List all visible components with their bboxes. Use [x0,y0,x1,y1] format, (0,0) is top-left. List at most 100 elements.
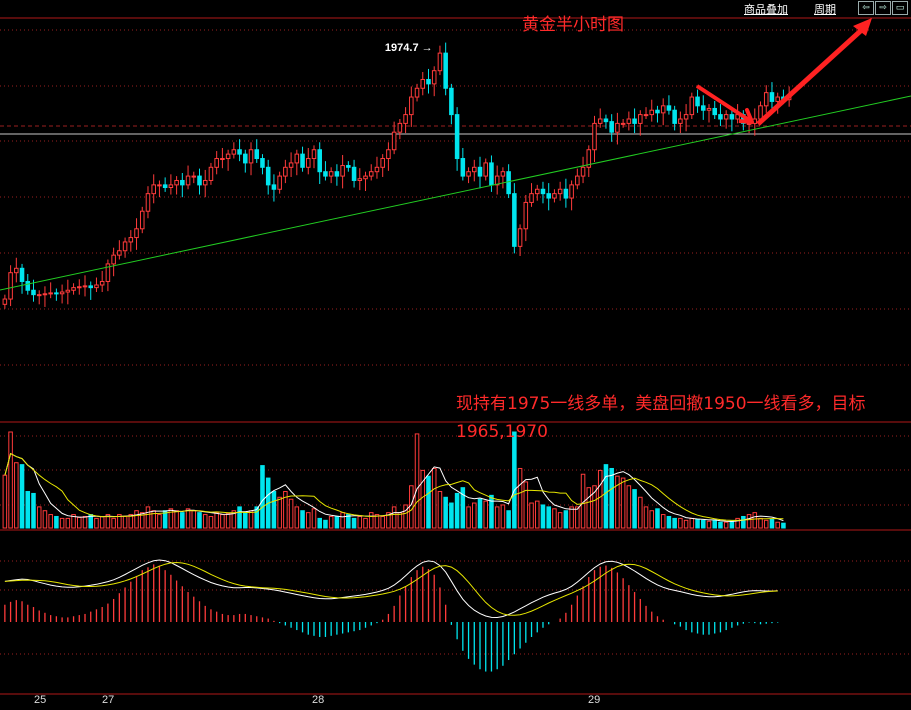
volume-bar [414,433,420,529]
candle-body [454,114,460,160]
volume-bar [638,496,643,529]
candle-body [523,201,529,230]
x-tick-label: 28 [312,694,325,706]
candle-body [563,188,569,199]
candle-body [483,162,489,177]
candle-body [231,149,237,155]
volume-bar [225,513,231,529]
candle-body [775,96,780,102]
volume-bar [552,508,557,529]
candle-body [517,228,523,247]
candle-body [403,114,408,124]
candle-body [769,92,775,102]
volume-bar [31,492,36,529]
candle-body [380,158,385,168]
candle-body [460,158,466,177]
volume-bar [529,502,534,529]
candle-body [8,272,13,300]
volume-bar [678,517,683,529]
candle-body [340,165,345,177]
candle-body [534,188,540,195]
volume-bar [42,510,48,529]
volume-bar [683,519,689,529]
candle-body [25,280,31,291]
candle-body [305,158,311,168]
candle-body [552,193,557,199]
candle-body [397,122,403,133]
volume-bar [449,502,454,529]
candle-body [111,254,116,265]
candle-body [420,78,426,89]
volume-bar [609,467,614,529]
volume-bar [626,485,632,529]
candle-body [202,179,208,186]
candle-body [300,153,305,168]
candle-body [409,96,414,116]
candle-body [414,87,420,98]
candle-body [569,184,574,199]
expand-icon[interactable]: ▭ [892,1,908,15]
candle-body [139,210,145,230]
candle-body [575,175,580,186]
candle-body [758,105,763,120]
candle-body [643,114,649,117]
chart-title: 黄金半小时图 [522,15,624,35]
chart-window: 1974.7 → 黄金半小时图 商品叠加 周期 ⇦ ⇨ ▭ 现持有1975一线多… [0,0,911,710]
volume-bar [363,517,368,529]
arrow-right-icon[interactable]: ⇨ [875,1,891,15]
candle-body [729,114,735,120]
candle-body [151,184,156,195]
volume-bar [48,514,53,529]
volume-bar [660,514,666,529]
volume-bar [758,517,763,529]
volume-bar [99,515,105,529]
volume-bar [260,465,265,529]
volume-bar [454,492,460,529]
trade-annotation: 现持有1975一线多单，美盘回撤1950一线看多，目标1965,1970 [456,394,866,442]
volume-bar [59,517,65,529]
candle-body [426,78,431,85]
x-tick-label: 27 [102,694,115,706]
candle-body [489,162,494,186]
volume-bar [540,504,546,529]
candle-body [660,105,666,114]
candle-body [557,188,563,195]
period-link[interactable]: 周期 [814,1,836,17]
volume-bar [180,512,185,529]
candle-body [243,153,248,164]
candle-body [323,171,328,177]
volume-bar [672,517,677,529]
candle-body [500,171,506,177]
volume-bar [391,506,397,529]
volume-bar [431,467,437,529]
volume-bar [77,516,82,529]
volume-bar [351,517,357,529]
volume-bar [380,515,385,529]
volume-bar [494,506,500,529]
volume-bar [271,491,277,529]
volume-bar [649,510,655,529]
candle-body [271,184,277,190]
candle-body [191,175,197,178]
volume-bar [2,474,8,529]
candle-body [208,166,214,181]
candle-body [311,149,317,160]
candle-body [294,153,300,164]
volume-bar [718,521,723,529]
candle-body [683,114,689,120]
candle-body [334,171,340,177]
peak-price-label: 1974.7 → [385,42,433,54]
volume-bar [586,487,592,529]
volume-bar [340,512,345,529]
volume-bar [534,500,540,529]
volume-bar [752,512,758,529]
volume-bar [157,514,162,529]
candle-body [431,70,437,85]
arrow-left-icon[interactable]: ⇦ [858,1,874,15]
overlay-instrument-link[interactable]: 商品叠加 [744,1,788,17]
volume-bar [466,506,471,529]
volume-bar [25,491,31,529]
candle-body [638,114,643,124]
candle-body [2,298,8,305]
candle-body [42,293,48,296]
